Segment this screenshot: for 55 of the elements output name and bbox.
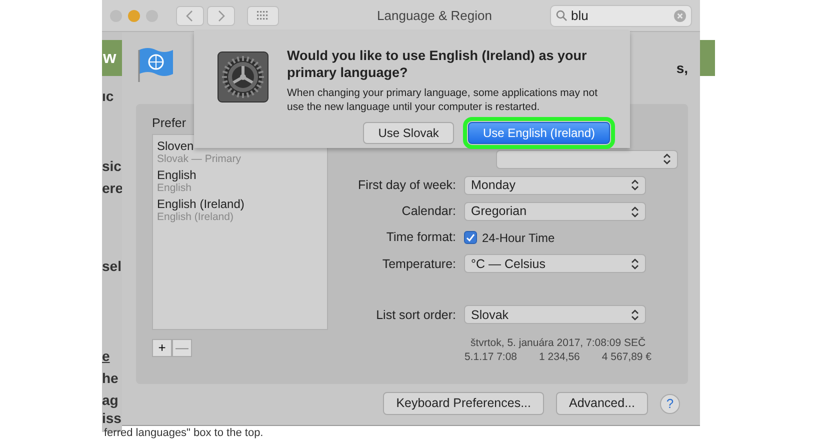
search-icon <box>556 10 567 21</box>
article-text: e <box>102 348 110 364</box>
article-text: ferred languages" box to the top. <box>104 427 264 439</box>
article-text: sic <box>102 158 122 174</box>
popup-menu[interactable]: Gregorian <box>464 202 646 221</box>
help-button[interactable]: ? <box>660 394 680 414</box>
chevron-right-icon <box>217 10 225 22</box>
popup-menu[interactable] <box>496 150 678 169</box>
header-band <box>700 40 715 76</box>
checkbox[interactable] <box>464 231 477 244</box>
back-button[interactable] <box>176 6 204 26</box>
popup-menu[interactable]: Slovak <box>464 305 646 324</box>
article-text: sel <box>102 258 122 274</box>
dialog-button[interactable]: Use Slovak <box>363 122 454 144</box>
grid-button[interactable] <box>247 6 279 26</box>
forward-button[interactable] <box>207 6 235 26</box>
sample-text: štvrtok, 5. januára 2017, 7:08:09 SEČ <box>469 336 647 350</box>
updown-icon <box>631 179 639 192</box>
article-text: ıc <box>102 88 114 104</box>
gear-icon <box>217 51 269 103</box>
updown-icon <box>663 153 671 166</box>
dialog-message: When changing your primary language, some applications may not use the new language until your computer is restarted. <box>287 86 599 114</box>
sample-text: 1 234,56 <box>539 350 580 364</box>
updown-icon <box>631 206 639 218</box>
article-text: ag <box>102 392 118 408</box>
clear-icon[interactable] <box>674 10 686 22</box>
logo-letter: w <box>102 40 122 76</box>
search-field[interactable]: blu <box>550 4 692 26</box>
setting-label: Time format: <box>385 229 457 246</box>
chevron-left-icon <box>186 10 194 22</box>
updown-icon <box>631 258 639 270</box>
window-control-icon[interactable] <box>128 10 140 22</box>
article-text: iss <box>102 410 122 426</box>
sample-text: 5.1.17 7:08 <box>464 350 518 364</box>
language-item[interactable]: English (Ireland) English (Ireland) <box>157 197 323 223</box>
setting-label: Calendar: <box>400 203 457 220</box>
checkbox-label: 24-Hour Time <box>482 230 555 247</box>
setting-label: First day of week: <box>357 176 457 194</box>
flag-icon <box>136 46 176 84</box>
grid-icon <box>257 10 269 20</box>
language-item[interactable]: English English <box>157 168 323 194</box>
article-text: he <box>102 370 118 386</box>
popup-menu[interactable]: °C — Celsius <box>464 254 646 274</box>
header-text: s, <box>676 59 688 78</box>
setting-label: Temperature: <box>381 256 457 273</box>
popup-menu[interactable]: Monday <box>464 176 646 195</box>
window-title: Language & Region <box>376 6 493 25</box>
list-label: Prefer <box>152 115 188 132</box>
add-button[interactable]: + <box>152 339 172 357</box>
updown-icon <box>631 308 639 321</box>
push-button[interactable]: Keyboard Preferences... <box>383 392 544 415</box>
setting-label: List sort order: <box>375 306 457 324</box>
sample-text: 4 567,89 € <box>602 350 652 364</box>
dialog-title: Would you like to use English (Ireland) as your primary language? <box>287 47 588 81</box>
push-button[interactable]: Advanced... <box>556 392 648 415</box>
